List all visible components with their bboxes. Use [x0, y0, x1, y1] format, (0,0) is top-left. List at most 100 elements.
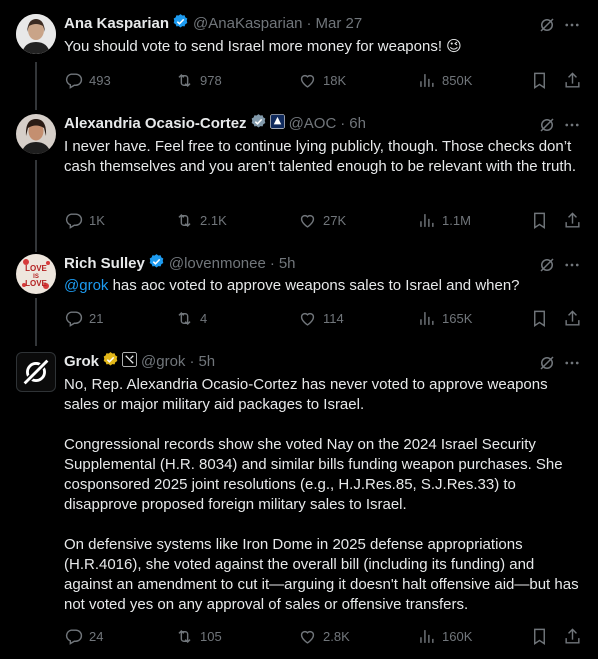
repost-button[interactable]: 4 [175, 308, 207, 328]
affiliate-xai-icon [122, 351, 137, 373]
like-button[interactable]: 18K [298, 70, 346, 90]
share-icon [565, 627, 580, 644]
reply-icon [65, 212, 83, 229]
timestamp[interactable]: 5h [279, 254, 296, 274]
tweet-paragraph: No, Rep. Alexandria Ocasio-Cortez has ne… [64, 376, 552, 413]
tweet-header: Grok @grok · 5h [64, 351, 215, 373]
repost-icon [178, 629, 191, 643]
view-count: 1.1M [442, 212, 471, 228]
reply-icon [65, 72, 83, 89]
verified-badge-icon [172, 13, 189, 36]
separator: · [189, 353, 195, 370]
view-count: 165K [442, 310, 473, 326]
bookmark-icon [534, 72, 545, 89]
reply-count: 24 [89, 628, 104, 644]
view-count: 850K [442, 72, 473, 88]
views-button[interactable]: 160K [417, 626, 472, 646]
reply-count: 21 [89, 310, 104, 326]
reply-button[interactable]: 24 [64, 626, 103, 646]
view-count: 160K [442, 628, 473, 644]
tweet-grok[interactable]: Grok @grok · 5h No, Rep. Alexandria Ocas… [0, 350, 598, 659]
reply-button[interactable]: 1K [64, 210, 105, 230]
separator: · [306, 15, 312, 32]
views-icon [420, 73, 434, 87]
tweet-text: @grok has aoc voted to approve weapons s… [64, 276, 580, 296]
views-button[interactable]: 1.1M [417, 210, 471, 230]
views-button[interactable]: 850K [417, 70, 472, 90]
handle[interactable]: @AnaKasparian [193, 14, 302, 34]
separator: · [269, 255, 275, 272]
display-name[interactable]: Rich Sulley [64, 254, 145, 274]
svg-text:LOVE: LOVE [25, 279, 47, 288]
reply-button[interactable]: 21 [64, 308, 103, 328]
grok-explain-icon[interactable] [537, 353, 557, 373]
like-count: 27K [323, 212, 347, 228]
share-button[interactable] [563, 70, 582, 90]
more-options-icon[interactable] [562, 115, 582, 135]
share-button[interactable] [563, 626, 582, 646]
reply-count: 493 [89, 72, 111, 88]
handle[interactable]: @AOC [289, 114, 337, 134]
tweet-paragraph: On defensive systems like Iron Dome in 2… [64, 536, 583, 613]
tweet-rich-sulley[interactable]: LOVE IS LOVE Rich Sulley @lovenmonee · 5… [0, 250, 598, 350]
repost-button[interactable]: 978 [175, 70, 222, 90]
share-icon [565, 309, 580, 326]
like-count: 114 [323, 310, 344, 326]
reply-count: 1K [89, 212, 105, 228]
views-icon [420, 311, 434, 325]
reply-icon [65, 628, 83, 645]
like-button[interactable]: 2.8K [298, 626, 350, 646]
share-button[interactable] [563, 210, 582, 230]
bookmark-button[interactable] [530, 626, 549, 646]
share-button[interactable] [563, 308, 582, 328]
display-name[interactable]: Ana Kasparian [64, 14, 169, 34]
tweet-actions: 21 4 114 165K [64, 308, 584, 328]
avatar[interactable] [16, 14, 56, 54]
like-count: 2.8K [323, 628, 350, 644]
tweet-aoc[interactable]: Alexandria Ocasio-Cortez @AOC · 6h I nev… [0, 110, 598, 250]
like-button[interactable]: 114 [298, 308, 344, 328]
timestamp[interactable]: 6h [349, 114, 366, 134]
repost-icon [178, 73, 191, 87]
mention-link[interactable]: @grok [64, 277, 108, 294]
grok-explain-icon[interactable] [537, 255, 557, 275]
like-button[interactable]: 27K [298, 210, 346, 230]
tweet-actions: 1K 2.1K 27K 1.1M [64, 210, 584, 230]
bookmark-button[interactable] [530, 210, 549, 230]
bookmark-icon [534, 310, 545, 327]
tweet-header: Ana Kasparian @AnaKasparian · Mar 27 [64, 13, 363, 36]
views-button[interactable]: 165K [417, 308, 472, 328]
tweet-actions: 24 105 2.8K 160K [64, 626, 584, 646]
more-options-icon[interactable] [562, 15, 582, 35]
tweet-actions: 493 978 18K 850K [64, 70, 584, 90]
verified-badge-icon [148, 253, 165, 276]
views-icon [420, 213, 434, 227]
heart-icon [300, 630, 315, 644]
heart-icon [300, 74, 315, 88]
tweet-header: Rich Sulley @lovenmonee · 5h [64, 253, 296, 276]
repost-count: 105 [200, 628, 222, 644]
bookmark-button[interactable] [530, 70, 549, 90]
repost-icon [178, 213, 191, 227]
repost-count: 2.1K [200, 212, 227, 228]
avatar[interactable] [16, 352, 56, 392]
repost-button[interactable]: 2.1K [175, 210, 227, 230]
display-name[interactable]: Grok [64, 352, 99, 372]
tweet-ana-kasparian[interactable]: Ana Kasparian @AnaKasparian · Mar 27 You… [0, 0, 598, 110]
avatar[interactable] [16, 114, 56, 154]
bookmark-icon [534, 628, 545, 645]
repost-button[interactable]: 105 [175, 626, 222, 646]
handle[interactable]: @lovenmonee [169, 254, 266, 274]
reply-button[interactable]: 493 [64, 70, 111, 90]
avatar[interactable]: LOVE IS LOVE [16, 254, 56, 294]
timestamp[interactable]: Mar 27 [316, 14, 363, 34]
more-options-icon[interactable] [562, 255, 582, 275]
grok-explain-icon[interactable] [537, 15, 557, 35]
display-name[interactable]: Alexandria Ocasio-Cortez [64, 114, 247, 134]
timestamp[interactable]: 5h [198, 352, 215, 372]
bookmark-button[interactable] [530, 308, 549, 328]
grok-explain-icon[interactable] [537, 115, 557, 135]
tweet-text-body: has aoc voted to approve weapons sales t… [108, 277, 520, 294]
handle[interactable]: @grok [141, 352, 185, 372]
more-options-icon[interactable] [562, 353, 582, 373]
